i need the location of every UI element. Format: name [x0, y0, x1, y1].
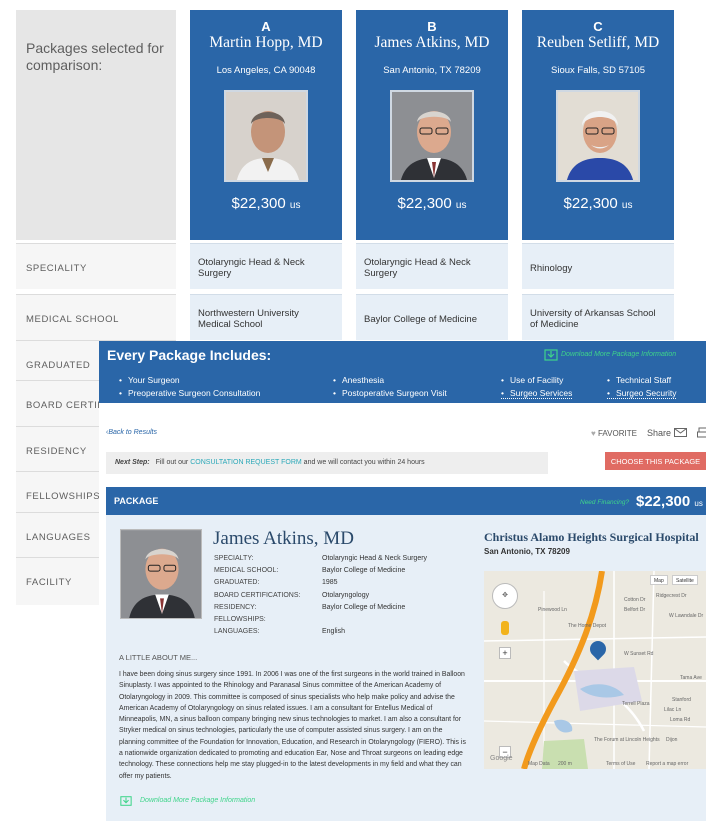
package-price: $22,300 us	[397, 195, 467, 212]
include-item: Postoperative Surgeon Visit	[333, 388, 447, 398]
package-price: $22,300 us	[563, 195, 633, 212]
package-detail-panel: Every Package Includes: Download More Pa…	[99, 341, 706, 821]
mail-icon	[673, 428, 687, 437]
download-icon	[544, 349, 558, 361]
package-includes-banner: Every Package Includes: Download More Pa…	[99, 341, 706, 403]
row-label-speciality: SPECIALITY	[16, 243, 176, 289]
need-financing-link[interactable]: Need Financing?	[580, 499, 629, 506]
doctor-location: Los Angeles, CA 90048	[216, 65, 316, 76]
choose-package-button[interactable]: CHOOSE THIS PACKAGE	[605, 452, 706, 470]
include-item-link[interactable]: Surgeo Services	[501, 388, 573, 399]
cell-speciality: Otolaryngic Head & Neck Surgery	[190, 243, 342, 289]
comparison-heading: Packages selected for comparison:	[16, 10, 176, 240]
report-map-error-link[interactable]: Report a map error	[646, 761, 688, 767]
include-item-link[interactable]: Surgeo Security	[607, 388, 677, 399]
map-label: Pinewood Ln	[538, 607, 567, 613]
doctor-card-b[interactable]: B James Atkins, MD San Antonio, TX 78209…	[356, 10, 508, 240]
zoom-in-button[interactable]: +	[499, 647, 511, 659]
map-scale: 200 m	[558, 761, 572, 767]
map-attribution: Map Data	[528, 761, 550, 767]
includes-title: Every Package Includes:	[107, 347, 272, 363]
favorite-button[interactable]: ♥ FAVORITE	[591, 429, 637, 438]
doctor-field-labels: SPECIALTY: MEDICAL SCHOOL: GRADUATED: BO…	[214, 555, 301, 636]
doctor-location: San Antonio, TX 78209	[383, 65, 481, 76]
map-label: Ridgecrest Dr	[656, 593, 687, 599]
map-pan-control[interactable]: ✥	[492, 583, 518, 609]
google-logo: Google	[490, 755, 513, 762]
doctor-field-values: Otolaryngic Head & Neck Surgery Baylor C…	[322, 555, 428, 636]
package-price: $22,300 us	[231, 195, 301, 212]
doctor-card-a[interactable]: A Martin Hopp, MD Los Angeles, CA 90048 …	[190, 10, 342, 240]
column-letter: C	[593, 19, 603, 34]
doctor-bio: I have been doing sinus surgery since 19…	[119, 671, 466, 780]
doctor-photo	[224, 90, 308, 182]
include-item: Anesthesia	[333, 375, 384, 385]
doctor-photo	[390, 90, 474, 182]
doctor-name[interactable]: Reuben Setliff, MD	[522, 34, 674, 52]
map-label: Loma Rd	[670, 717, 691, 723]
column-letter: B	[427, 19, 437, 34]
download-icon	[120, 796, 132, 806]
cell-speciality: Rhinology	[522, 243, 674, 289]
package-label: PACKAGE	[114, 496, 159, 506]
doctor-photo	[120, 529, 202, 619]
column-letter: A	[261, 19, 271, 34]
map-label: Belfort Dr	[624, 607, 646, 613]
map-label: Lilac Ln	[664, 707, 682, 713]
map-label: The Home Depot	[568, 623, 607, 629]
next-step-bar: Next Step: Fill out our CONSULTATION REQ…	[106, 452, 548, 474]
map-label: The Forum at Lincoln Heights	[594, 737, 660, 743]
include-item: Use of Facility	[501, 375, 563, 385]
satellite-type-button[interactable]: Satellite	[672, 575, 698, 585]
cell-medical-school: University of Arkansas School of Medicin…	[522, 294, 674, 340]
package-header-bar: PACKAGE Need Financing? $22,300 us	[106, 487, 706, 515]
map-label: W Lawndale Dr	[669, 613, 704, 619]
include-item: Preoperative Surgeon Consultation	[119, 388, 260, 398]
package-detail: James Atkins, MD SPECIALTY: MEDICAL SCHO…	[106, 515, 706, 821]
consultation-form-link[interactable]: CONSULTATION REQUEST FORM	[190, 459, 302, 466]
map-label: Dijon	[666, 737, 678, 743]
map-label: Tama Ave	[680, 675, 702, 681]
doctor-photo	[556, 90, 640, 182]
download-info-link[interactable]: Download More Package Information	[140, 797, 255, 804]
cell-medical-school: Northwestern University Medical School	[190, 294, 342, 340]
location-map[interactable]: Map Satellite ✥ + − Ridgecrest Dr Cotton…	[484, 571, 706, 769]
row-label-medical-school: MEDICAL SCHOOL	[16, 294, 176, 340]
cell-medical-school: Baylor College of Medicine	[356, 294, 508, 340]
doctor-location: Sioux Falls, SD 57105	[551, 65, 645, 76]
about-heading: A LITTLE ABOUT ME...	[119, 653, 198, 662]
pegman-icon[interactable]	[501, 621, 509, 635]
include-item: Technical Staff	[607, 375, 671, 385]
map-label: Terrell Plaza	[622, 701, 650, 707]
map-type-button[interactable]: Map	[650, 575, 668, 585]
package-price: $22,300 us	[636, 493, 703, 510]
hospital-city: San Antonio, TX 78209	[484, 547, 570, 556]
share-button[interactable]: Share	[647, 428, 687, 438]
doctor-card-c[interactable]: C Reuben Setliff, MD Sioux Falls, SD 571…	[522, 10, 674, 240]
terms-link[interactable]: Terms of Use	[606, 761, 635, 767]
doctor-name[interactable]: James Atkins, MD	[356, 34, 508, 52]
map-label: Stanford	[672, 697, 691, 703]
cell-speciality: Otolaryngic Head & Neck Surgery	[356, 243, 508, 289]
back-to-results-link[interactable]: ‹Back to Results	[106, 429, 157, 436]
print-icon[interactable]	[697, 427, 706, 439]
doctor-name-heading: James Atkins, MD	[213, 528, 354, 549]
heart-icon: ♥	[591, 429, 596, 438]
map-label: W Sunset Rd	[624, 651, 654, 657]
hospital-name: Christus Alamo Heights Surgical Hospital	[484, 530, 699, 544]
include-item: Your Surgeon	[119, 375, 180, 385]
download-info-link[interactable]: Download More Package Information	[561, 351, 676, 358]
doctor-name[interactable]: Martin Hopp, MD	[190, 34, 342, 52]
map-label: Cotton Dr	[624, 597, 646, 603]
